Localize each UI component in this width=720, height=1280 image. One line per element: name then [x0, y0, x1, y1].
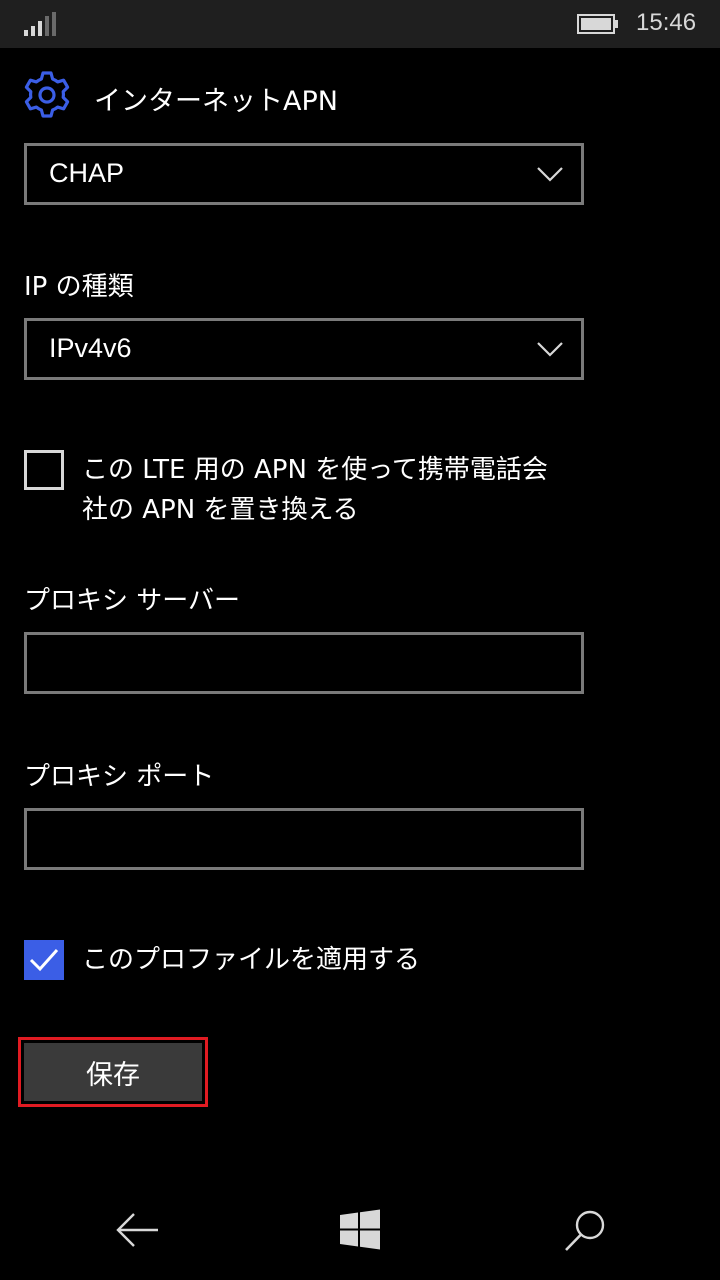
apply-profile-label[interactable]: このプロファイルを適用する	[82, 940, 572, 980]
auth-type-value: CHAP	[49, 158, 125, 188]
status-bar: 15:46	[0, 0, 720, 48]
save-button-label: 保存	[24, 1043, 202, 1101]
chevron-down-icon	[537, 342, 563, 357]
lte-replace-label[interactable]: この LTE 用の APN を使って携帯電話会 社の APN を置き換える	[82, 450, 572, 530]
signal-bars-icon	[24, 12, 56, 36]
lte-replace-label-line1: この LTE 用の APN を使って携帯電話会	[82, 455, 548, 485]
auth-type-dropdown[interactable]: CHAP	[24, 143, 584, 205]
nav-bar	[0, 1180, 720, 1280]
page-title: インターネットAPN	[94, 86, 338, 117]
ip-type-label: IP の種類	[24, 272, 134, 302]
lte-replace-label-line2: 社の APN を置き換える	[82, 495, 359, 525]
windows-logo-icon[interactable]	[336, 1208, 386, 1252]
search-icon[interactable]	[560, 1208, 610, 1252]
chevron-down-icon	[537, 167, 563, 182]
proxy-port-input[interactable]	[24, 808, 584, 870]
ip-type-value: IPv4v6	[49, 333, 132, 363]
gear-icon	[24, 71, 70, 118]
proxy-server-label: プロキシ サーバー	[24, 586, 241, 616]
proxy-port-label: プロキシ ポート	[24, 762, 215, 792]
save-button[interactable]: 保存	[18, 1037, 208, 1107]
back-arrow-icon[interactable]	[112, 1208, 162, 1252]
ip-type-dropdown[interactable]: IPv4v6	[24, 318, 584, 380]
clock: 15:46	[636, 9, 697, 36]
proxy-server-input[interactable]	[24, 632, 584, 694]
apply-profile-checkbox[interactable]	[24, 940, 64, 980]
checkmark-icon	[29, 948, 59, 972]
lte-replace-checkbox[interactable]	[24, 450, 64, 490]
battery-icon	[577, 14, 618, 34]
page-header: インターネットAPN	[22, 70, 702, 120]
